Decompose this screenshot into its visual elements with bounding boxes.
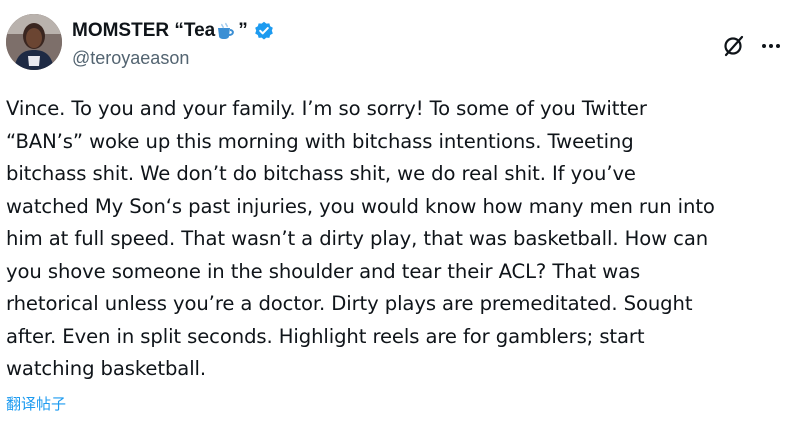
tweet-header: MOMSTER “Tea ” @teroyaeason <box>4 14 789 74</box>
tweet-line: bitchass shit. We don’t do bitchass shit… <box>6 162 636 185</box>
more-dots-icon[interactable] <box>760 34 782 58</box>
tweet-card: MOMSTER “Tea ” @teroyaeason Vince. To yo… <box>0 0 789 425</box>
avatar[interactable] <box>6 14 62 70</box>
tweet-text: Vince. To you and your family. I’m so so… <box>6 93 781 386</box>
avatar-photo <box>6 14 62 70</box>
tweet-line: Vince. To you and your family. I’m so so… <box>6 97 647 120</box>
verified-badge-icon <box>254 21 274 41</box>
display-name-suffix: ” <box>238 20 248 41</box>
translate-post-link[interactable]: 翻译帖子 <box>6 394 66 414</box>
grok-icon[interactable] <box>722 34 746 58</box>
display-name[interactable]: MOMSTER “Tea ” <box>72 20 274 42</box>
tweet-line: “BAN’s” woke up this morning with bitcha… <box>6 129 634 153</box>
tweet-line: after. Even in split seconds. Highlight … <box>6 324 645 348</box>
tweet-line: watched My Son‘s past injuries, you woul… <box>6 194 715 218</box>
tweet-line: him at full speed. That wasn’t a dirty p… <box>6 227 709 250</box>
tweet-line: rhetorical unless you’re a doctor. Dirty… <box>6 292 693 315</box>
author-handle[interactable]: @teroyaeason <box>72 48 274 68</box>
teacup-icon <box>216 22 236 40</box>
tweet-line: you shove someone in the shoulder and te… <box>6 259 641 283</box>
author-names: MOMSTER “Tea ” @teroyaeason <box>72 20 274 68</box>
display-name-text: MOMSTER “Tea <box>72 20 216 41</box>
tweet-line: watching basketball. <box>6 357 207 380</box>
